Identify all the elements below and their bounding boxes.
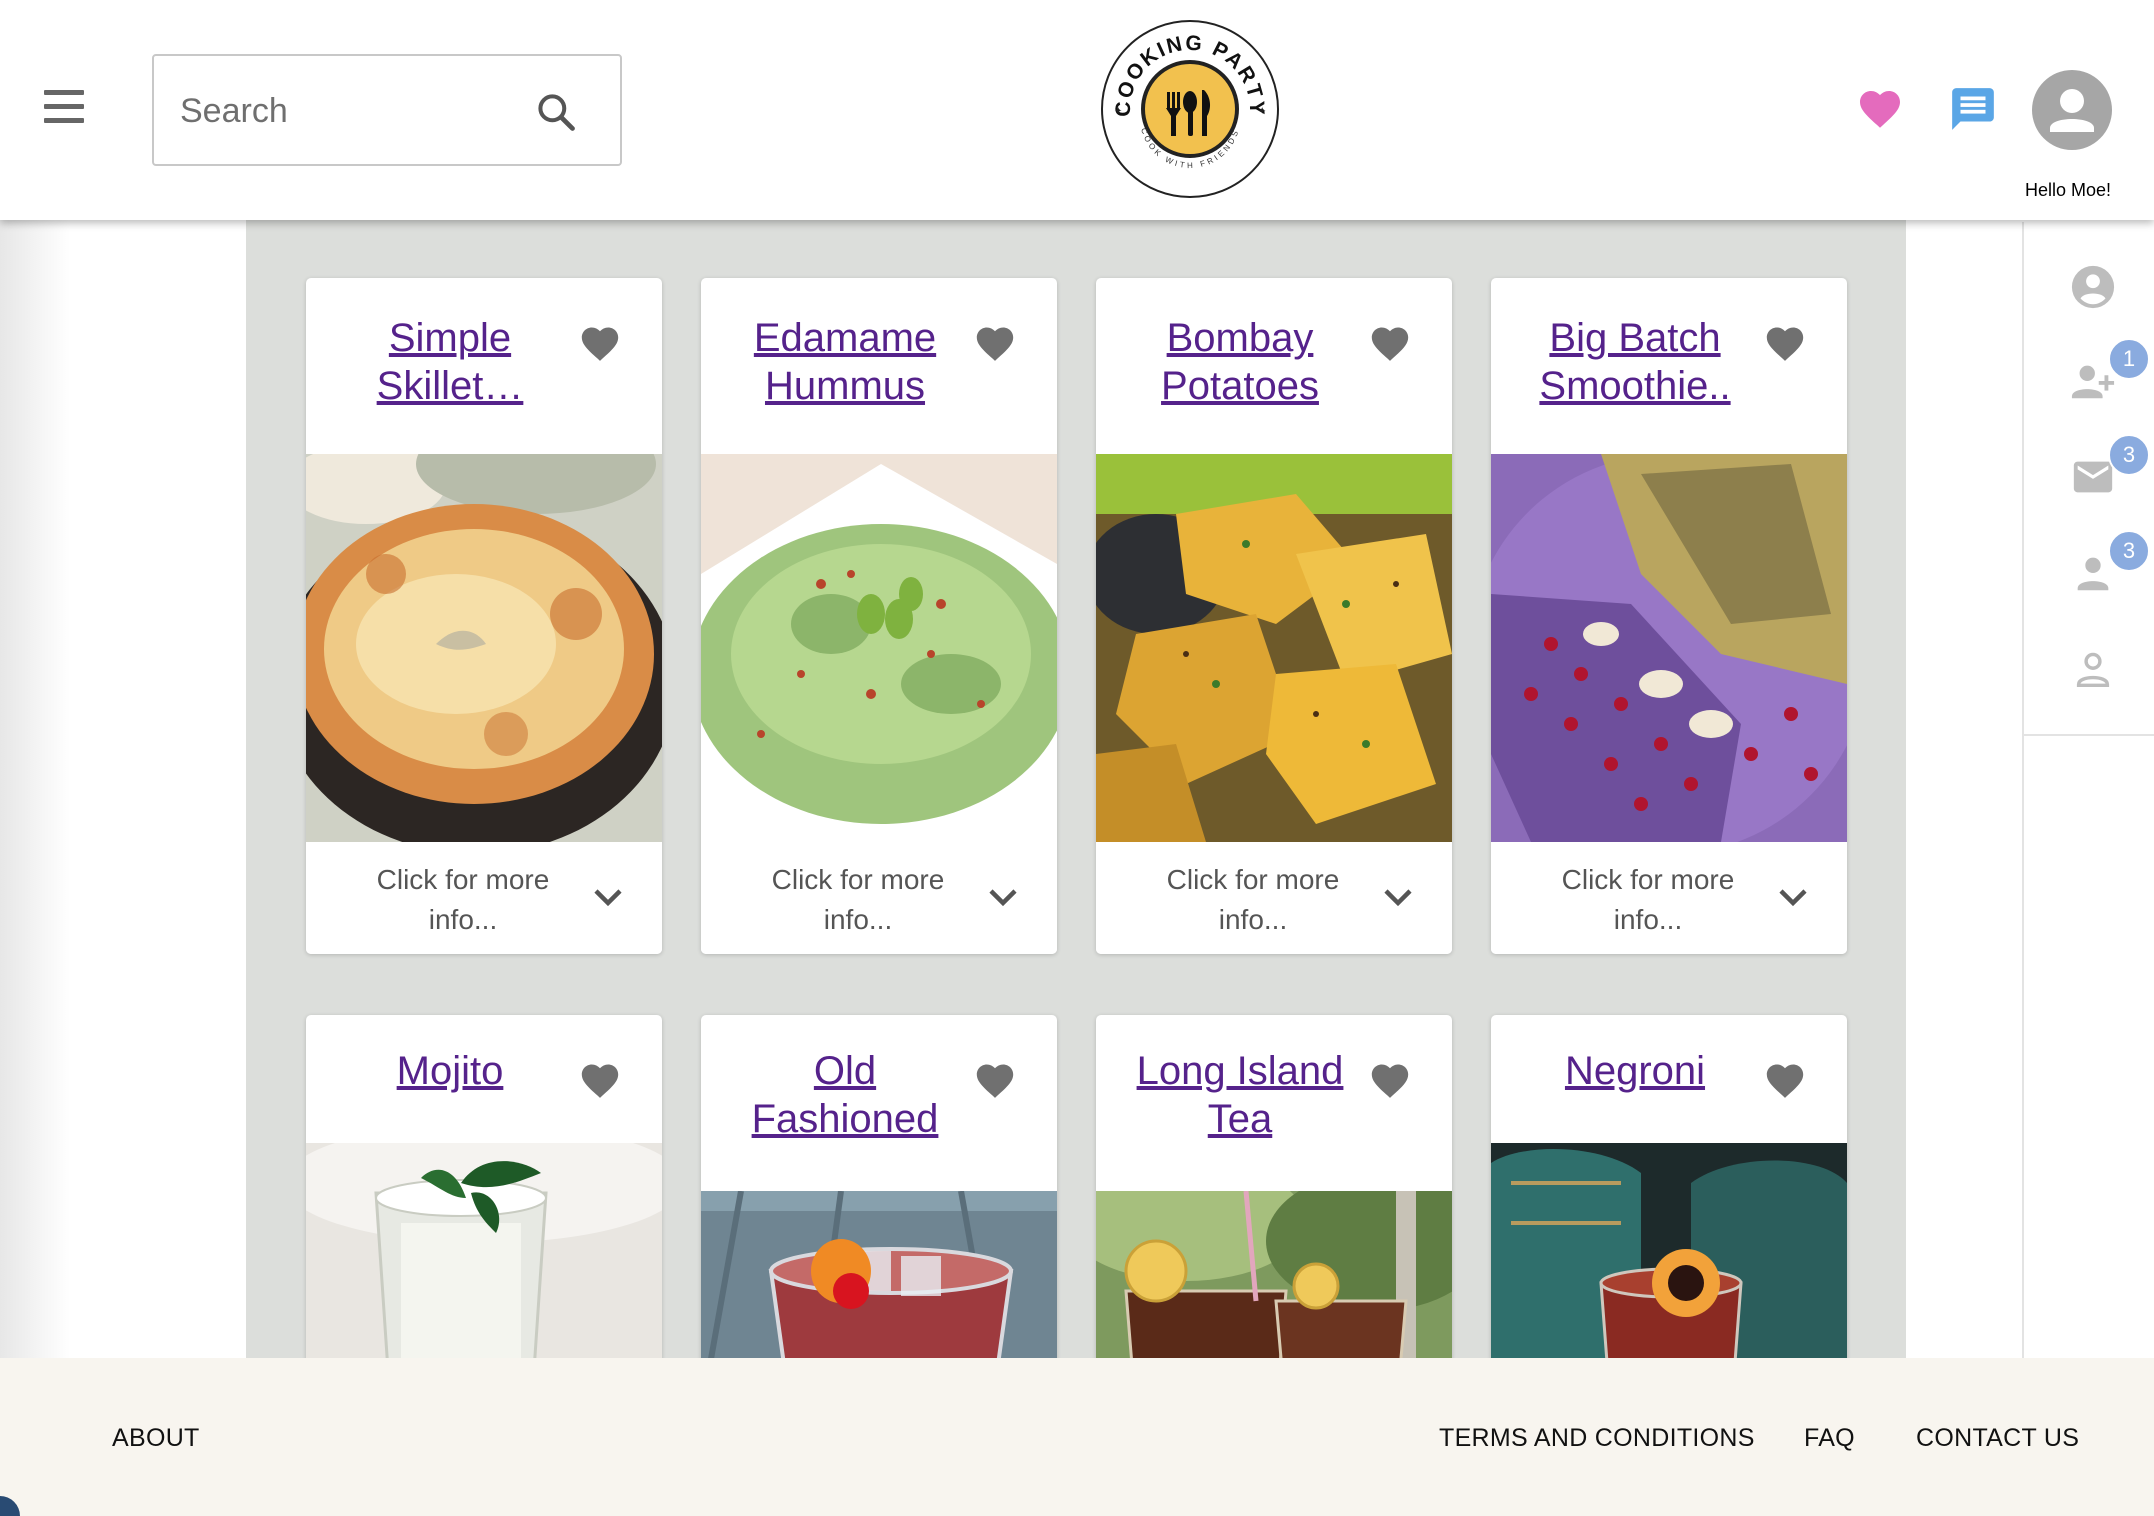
- recipe-title-line: Mojito: [396, 1049, 504, 1093]
- recipe-title-line: Hummus: [764, 364, 926, 408]
- page-footer: ABOUT TERMS AND CONDITIONS FAQ CONTACT U…: [0, 1358, 2154, 1516]
- favorite-heart-icon[interactable]: [578, 322, 622, 362]
- recipe-title-link[interactable]: Mojito: [336, 1047, 564, 1095]
- bombay-potatoes-image[interactable]: [1096, 454, 1452, 842]
- chevron-down-icon[interactable]: [985, 882, 1021, 912]
- recipe-card: Mojito: [306, 1015, 662, 1415]
- user-greeting: Hello Moe!: [2024, 180, 2112, 200]
- recipe-title-line: Simple: [388, 316, 512, 360]
- recipe-title-line: Bombay: [1166, 316, 1314, 360]
- card-footer: Click for more info...: [1096, 842, 1452, 954]
- sidebar-divider: [2024, 734, 2154, 736]
- recipe-title-line: Negroni: [1564, 1049, 1706, 1093]
- footer-contact-link[interactable]: CONTACT US: [1916, 1424, 2079, 1453]
- chevron-down-icon[interactable]: [1380, 882, 1416, 912]
- favorite-heart-icon[interactable]: [973, 1059, 1017, 1099]
- recipe-title-link[interactable]: Edamame Hummus: [731, 314, 959, 410]
- right-sidebar: 1 3 3: [2022, 222, 2154, 1358]
- chevron-down-icon[interactable]: [590, 882, 626, 912]
- card-footer: Click for more info...: [1491, 842, 1847, 954]
- account-circle-icon[interactable]: [2070, 264, 2116, 310]
- favorites-heart-icon[interactable]: [1856, 84, 1904, 130]
- more-info-link[interactable]: Click for more info...: [1136, 860, 1370, 940]
- user-avatar-icon[interactable]: [2032, 70, 2112, 150]
- footer-faq-link[interactable]: FAQ: [1804, 1424, 1855, 1453]
- more-info-link[interactable]: Click for more info...: [346, 860, 580, 940]
- top-app-bar: COOKING PARTY COOK WITH FRIENDS ✦ ✦ Hell…: [0, 0, 2154, 220]
- recipe-title-line: Skillet…: [376, 364, 524, 408]
- search-input[interactable]: [180, 84, 500, 138]
- recipe-title-line: Old: [813, 1049, 877, 1093]
- menu-icon[interactable]: [40, 90, 88, 130]
- smoothie-bowl-image[interactable]: [1491, 454, 1847, 842]
- person-outline-icon[interactable]: [2070, 646, 2116, 692]
- recipe-title-line: Smoothie..: [1539, 364, 1731, 408]
- recipe-title-link[interactable]: Simple Skillet…: [336, 314, 564, 410]
- recipe-title-link[interactable]: Long Island Tea: [1126, 1047, 1354, 1143]
- recipe-card: Simple Skillet… Click for more info...: [306, 278, 662, 954]
- recipe-title-link[interactable]: Old Fashioned: [731, 1047, 959, 1143]
- more-info-link[interactable]: Click for more info...: [1531, 860, 1765, 940]
- favorite-heart-icon[interactable]: [1763, 322, 1807, 362]
- friends-badge: 3: [2108, 530, 2150, 572]
- card-footer: Click for more info...: [701, 842, 1057, 954]
- search-field[interactable]: [152, 54, 622, 166]
- favorite-heart-icon[interactable]: [1368, 1059, 1412, 1099]
- recipe-title-link[interactable]: Bombay Potatoes: [1126, 314, 1354, 410]
- footer-about-link[interactable]: ABOUT: [112, 1424, 200, 1453]
- recipe-card: Negroni: [1491, 1015, 1847, 1415]
- messages-badge: 3: [2108, 434, 2150, 476]
- recipe-grid: Simple Skillet… Click for more info... E…: [246, 220, 1906, 1415]
- chat-icon[interactable]: [1948, 84, 1998, 134]
- favorite-heart-icon[interactable]: [973, 322, 1017, 362]
- recipe-card: Edamame Hummus Click for more info...: [701, 278, 1057, 954]
- recipe-title-link[interactable]: Negroni: [1521, 1047, 1749, 1095]
- cooking-party-logo[interactable]: COOKING PARTY COOK WITH FRIENDS ✦ ✦: [1100, 18, 1280, 200]
- favorite-heart-icon[interactable]: [578, 1059, 622, 1099]
- favorite-heart-icon[interactable]: [1368, 322, 1412, 362]
- recipe-title-line: Tea: [1207, 1097, 1273, 1141]
- recipe-title-line: Edamame: [753, 316, 937, 360]
- svg-text:✦: ✦: [1258, 106, 1266, 117]
- edamame-hummus-image[interactable]: [701, 454, 1057, 842]
- card-footer: Click for more info...: [306, 842, 662, 954]
- search-icon[interactable]: [534, 90, 578, 134]
- recipe-card: Long Island Tea: [1096, 1015, 1452, 1415]
- svg-text:✦: ✦: [1114, 106, 1122, 117]
- recipe-title-line: Potatoes: [1161, 364, 1319, 408]
- friend-request-badge: 1: [2108, 338, 2150, 380]
- more-info-link[interactable]: Click for more info...: [741, 860, 975, 940]
- recipe-card: Bombay Potatoes Click for more info...: [1096, 278, 1452, 954]
- footer-terms-link[interactable]: TERMS AND CONDITIONS: [1439, 1424, 1755, 1453]
- recipe-title-link[interactable]: Big Batch Smoothie..: [1521, 314, 1749, 410]
- recipe-card: Old Fashioned: [701, 1015, 1057, 1415]
- recipe-title-line: Big Batch: [1549, 316, 1721, 360]
- recipe-card: Big Batch Smoothie.. Click for more info…: [1491, 278, 1847, 954]
- skillet-pizza-image[interactable]: [306, 454, 662, 842]
- favorite-heart-icon[interactable]: [1763, 1059, 1807, 1099]
- recipe-title-line: Fashioned: [751, 1097, 939, 1141]
- chevron-down-icon[interactable]: [1775, 882, 1811, 912]
- recipe-title-line: Long Island: [1136, 1049, 1344, 1093]
